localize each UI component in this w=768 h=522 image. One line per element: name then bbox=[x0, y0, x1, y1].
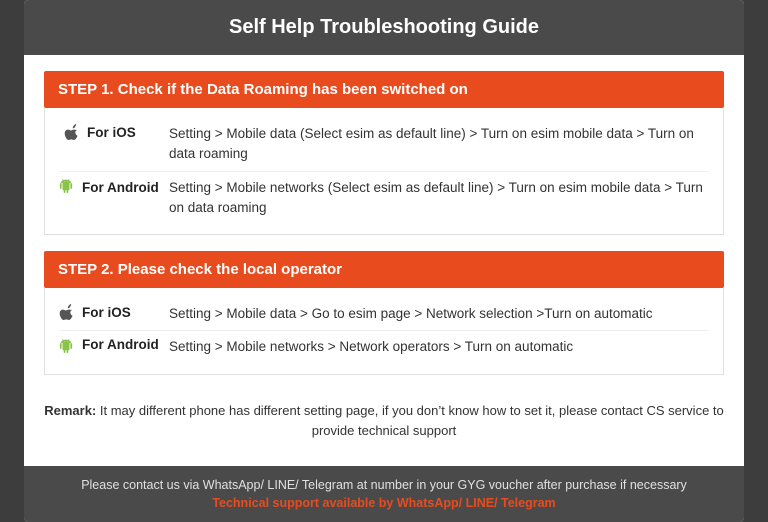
step1-android-row: For Android Setting > Mobile networks (S… bbox=[59, 172, 709, 225]
android-icon-2 bbox=[59, 338, 73, 354]
android-icon-1 bbox=[59, 178, 73, 197]
step2-ios-label: For iOS bbox=[59, 304, 169, 320]
step2-android-row: For Android Setting > Mobile networks > … bbox=[59, 331, 709, 363]
card-body: STEP 1. Check if the Data Roaming has be… bbox=[24, 55, 744, 466]
apple-svg-icon bbox=[64, 124, 78, 140]
step2-ios-text: Setting > Mobile data > Go to esim page … bbox=[169, 304, 709, 324]
footer-line2: Technical support available by WhatsApp/… bbox=[44, 496, 724, 510]
card-header: Self Help Troubleshooting Guide bbox=[24, 0, 744, 55]
step2-header: STEP 2. Please check the local operator bbox=[44, 251, 724, 288]
remark-text: It may different phone has different set… bbox=[96, 403, 724, 439]
remark-section: Remark: It may different phone has diffe… bbox=[44, 391, 724, 451]
step1-ios-row: For iOS Setting > Mobile data (Select es… bbox=[59, 118, 709, 172]
card-footer: Please contact us via WhatsApp/ LINE/ Te… bbox=[24, 466, 744, 522]
main-card: Self Help Troubleshooting Guide STEP 1. … bbox=[24, 0, 744, 522]
apple-svg-icon-2 bbox=[59, 304, 73, 320]
main-title: Self Help Troubleshooting Guide bbox=[44, 16, 724, 39]
step1-android-text: Setting > Mobile networks (Select esim a… bbox=[169, 178, 709, 219]
step2-android-text: Setting > Mobile networks > Network oper… bbox=[169, 337, 709, 357]
footer-line1: Please contact us via WhatsApp/ LINE/ Te… bbox=[44, 478, 724, 492]
remark-prefix: Remark: bbox=[44, 403, 96, 418]
step1-header: STEP 1. Check if the Data Roaming has be… bbox=[44, 71, 724, 108]
step1-ios-label: For iOS bbox=[59, 124, 169, 140]
step1-content: For iOS Setting > Mobile data (Select es… bbox=[44, 108, 724, 235]
step1-ios-text: Setting > Mobile data (Select esim as de… bbox=[169, 124, 709, 165]
step1-android-label: For Android bbox=[59, 178, 169, 197]
step2-ios-row: For iOS Setting > Mobile data > Go to es… bbox=[59, 298, 709, 331]
step2-android-label: For Android bbox=[59, 337, 169, 352]
step2-content: For iOS Setting > Mobile data > Go to es… bbox=[44, 288, 724, 375]
